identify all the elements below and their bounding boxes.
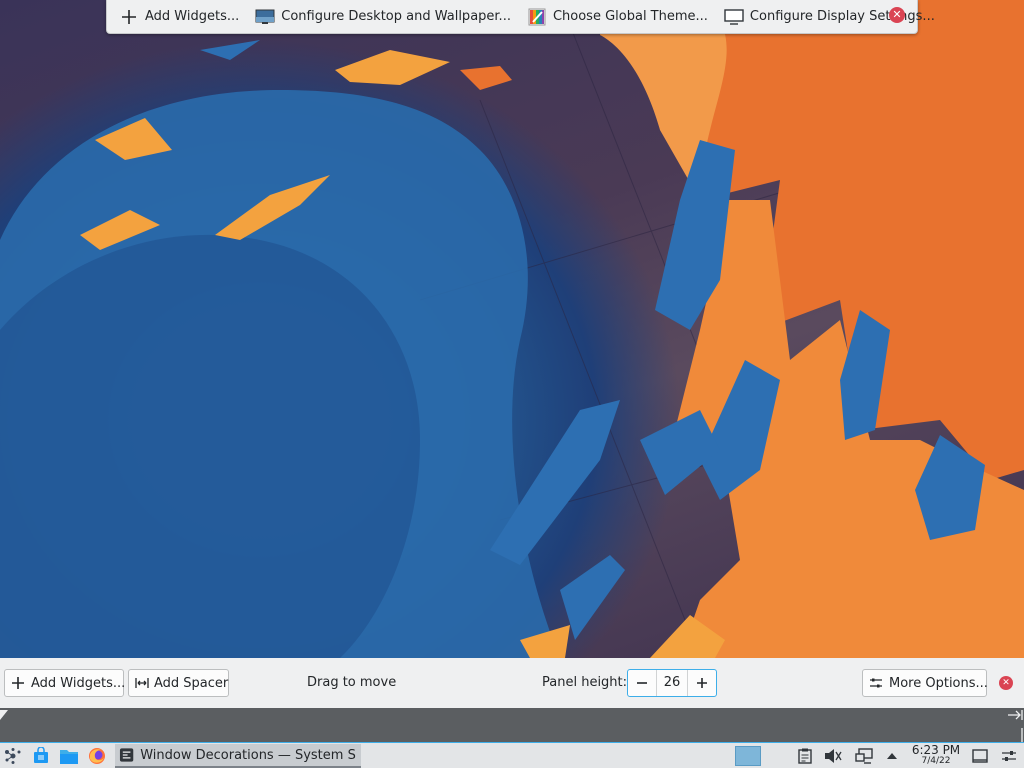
panel-add-widgets-label: Add Widgets...	[31, 675, 126, 691]
configure-desktop-label: Configure Desktop and Wallpaper...	[281, 9, 511, 24]
panel-add-widgets-button[interactable]: Add Widgets...	[4, 669, 126, 697]
pager-desktop-1[interactable]	[735, 746, 761, 766]
configure-display-button[interactable]: Configure Display Settings...	[720, 4, 939, 30]
panel-height-value[interactable]: 26	[656, 670, 688, 696]
task-window-decorations[interactable]: Window Decorations — System S...	[115, 744, 361, 768]
ruler-offset-handle	[0, 710, 8, 720]
add-spacer-button[interactable]: Add Spacer	[128, 669, 229, 697]
more-options-label: More Options...	[889, 675, 988, 691]
ruler-max-width-handle	[1008, 710, 1023, 720]
increase-height-button[interactable]	[688, 670, 716, 696]
plus-icon	[11, 676, 25, 690]
minus-icon	[637, 682, 647, 684]
choose-global-theme-button[interactable]: Choose Global Theme...	[523, 4, 712, 30]
clock-time: 6:23 PM	[911, 743, 961, 757]
monitor-icon	[724, 8, 744, 26]
clipboard-icon[interactable]	[795, 744, 815, 768]
options-icon	[869, 677, 883, 689]
taskbar-panel: Window Decorations — System S... 6:23 PM…	[0, 742, 1024, 768]
panel-height-label: Panel height:	[542, 675, 628, 690]
spacer-icon	[135, 677, 149, 689]
panel-edit-toolbar: Add Widgets... Add Spacer Drag to move P…	[0, 658, 1024, 708]
show-hidden-icons-arrow-icon[interactable]	[883, 744, 901, 768]
plus-icon	[697, 678, 707, 688]
close-icon[interactable]: ✕	[889, 7, 905, 23]
configure-display-label: Configure Display Settings...	[749, 9, 935, 24]
show-desktop-icon[interactable]	[970, 744, 990, 768]
panel-height-spinbox[interactable]: 26	[627, 669, 717, 697]
application-launcher-icon[interactable]	[1, 744, 25, 768]
close-icon[interactable]: ✕	[999, 676, 1013, 690]
add-widgets-label: Add Widgets...	[145, 9, 240, 24]
drag-to-move-handle[interactable]: Drag to move	[307, 675, 396, 690]
digital-clock[interactable]: 6:23 PM 7/4/22	[908, 744, 964, 768]
network-icon[interactable]	[853, 744, 875, 768]
wallpaper-icon	[255, 8, 275, 26]
desktop-edit-toolbar: Add Widgets... Configure Desktop and Wal…	[106, 0, 935, 34]
wallpaper-art	[0, 0, 1024, 658]
ruler-handles	[0, 710, 1023, 742]
task-title: Window Decorations — System S...	[140, 747, 357, 763]
volume-muted-icon[interactable]	[823, 744, 843, 768]
theme-icon	[527, 8, 547, 26]
more-options-button[interactable]: More Options...	[862, 669, 988, 697]
plus-icon	[119, 8, 139, 26]
panel-configure-icon[interactable]	[998, 744, 1020, 768]
discover-store-icon[interactable]	[29, 744, 53, 768]
file-manager-icon[interactable]	[57, 744, 81, 768]
firefox-icon[interactable]	[85, 744, 109, 768]
configure-desktop-button[interactable]: Configure Desktop and Wallpaper...	[251, 4, 515, 30]
virtual-desktop-pager[interactable]	[734, 744, 762, 768]
choose-global-theme-label: Choose Global Theme...	[552, 9, 708, 24]
decrease-height-button[interactable]	[628, 670, 656, 696]
desktop-wallpaper[interactable]	[0, 0, 1024, 658]
add-widgets-button[interactable]: Add Widgets...	[115, 4, 243, 30]
system-settings-icon	[119, 747, 134, 763]
add-spacer-label: Add Spacer	[154, 675, 229, 691]
panel-ruler[interactable]	[0, 708, 1024, 742]
clock-date: 7/4/22	[921, 756, 951, 766]
